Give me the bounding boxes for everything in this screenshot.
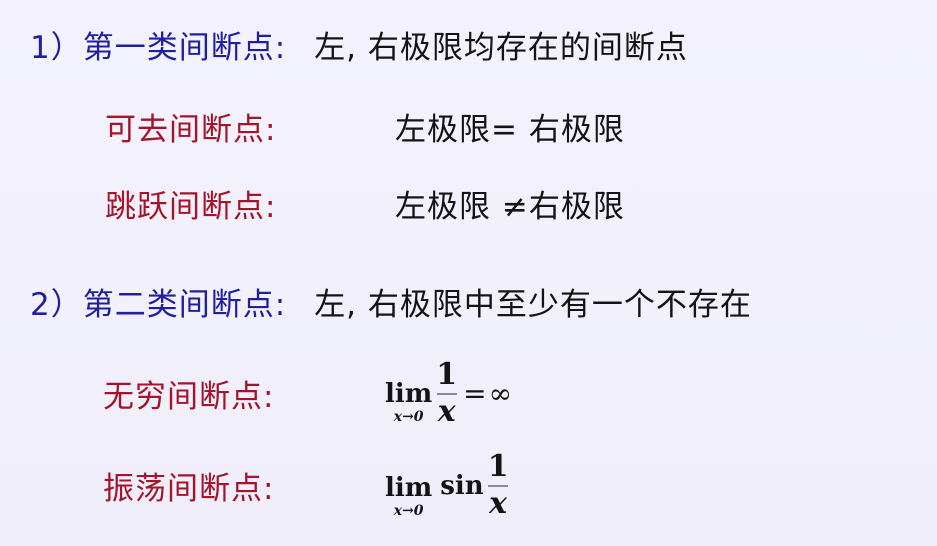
oscillating-label: 振荡间断点:	[103, 471, 275, 507]
section1-title: 第一类间断点:	[82, 30, 287, 66]
section2-title: 第二类间断点:	[82, 287, 287, 323]
removable-condition: 左极限= 右极限	[395, 112, 625, 148]
infinite-fraction: 1 x	[436, 360, 457, 427]
infinity-symbol: ∞	[488, 377, 512, 410]
jump-label: 跳跃间断点:	[105, 189, 277, 225]
section1-number: 1）	[30, 30, 83, 66]
slide: 1） 第一类间断点: 左, 右极限均存在的间断点 可去间断点: 左极限= 右极限…	[0, 0, 937, 546]
removable-discontinuity-row: 可去间断点: 左极限= 右极限	[105, 104, 625, 149]
section1-heading-row: 1） 第一类间断点: 左, 右极限均存在的间断点	[30, 22, 688, 67]
jump-condition: 左极限 ≠右极限	[395, 189, 625, 225]
oscillating-limit-operator: lim x→0	[385, 475, 432, 518]
jump-discontinuity-row: 跳跃间断点: 左极限 ≠右极限	[105, 181, 625, 226]
section2-heading-row: 2） 第二类间断点: 左, 右极限中至少有一个不存在	[30, 279, 752, 324]
lim-word: lim	[385, 473, 433, 503]
oscillating-discontinuity-row: 振荡间断点: lim x→0 sin 1 x	[103, 452, 509, 519]
fraction-numerator: 1	[436, 357, 458, 392]
infinite-limit-operator: lim x→0	[385, 381, 432, 424]
section1-description: 左, 右极限均存在的间断点	[314, 30, 688, 66]
removable-label: 可去间断点:	[105, 112, 277, 148]
sine-function: sin	[440, 470, 484, 501]
section2-number: 2）	[30, 287, 83, 323]
lim-word: lim	[385, 379, 433, 409]
infinite-label: 无穷间断点:	[103, 379, 275, 415]
lim-subscript: x→0	[393, 503, 424, 519]
section2-description: 左, 右极限中至少有一个不存在	[314, 287, 752, 323]
lim-subscript: x→0	[393, 409, 424, 425]
fraction-numerator: 1	[487, 449, 509, 484]
fraction-denominator: x	[437, 394, 456, 429]
infinite-discontinuity-row: 无穷间断点: lim x→0 1 x = ∞	[103, 360, 512, 427]
equals-sign: =	[463, 377, 487, 410]
fraction-denominator: x	[489, 486, 508, 521]
oscillating-fraction: 1 x	[488, 452, 509, 519]
